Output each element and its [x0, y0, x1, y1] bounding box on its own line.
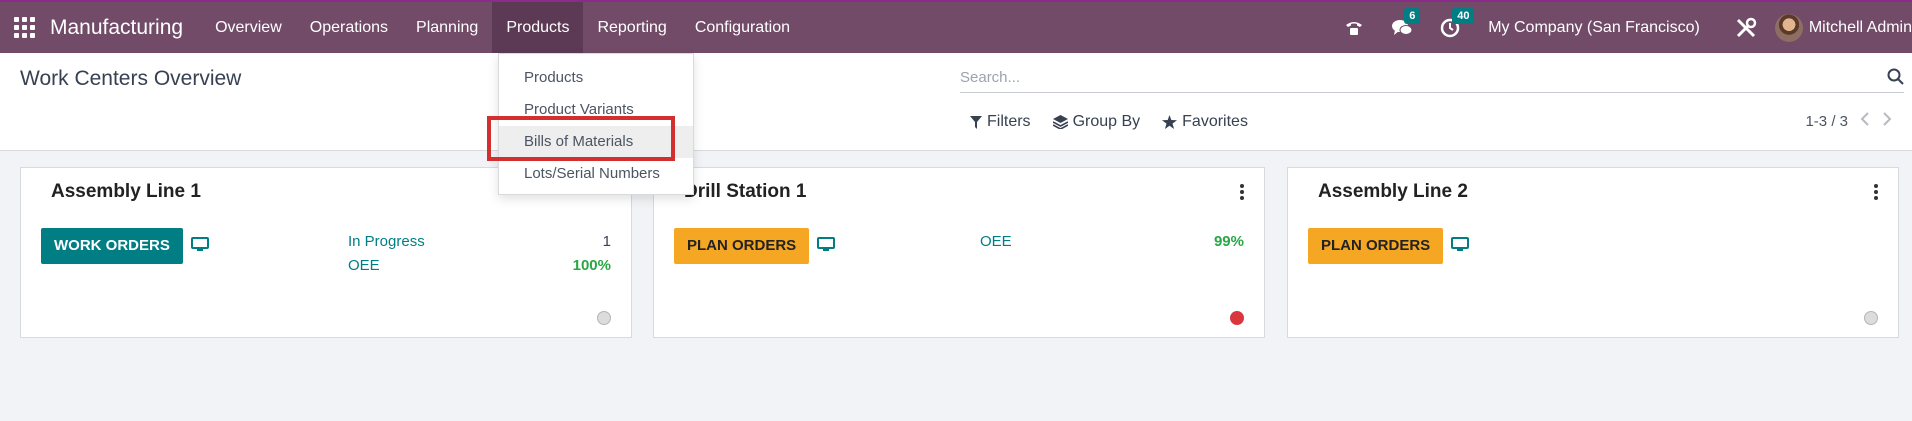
card-options-icon[interactable]: [1240, 184, 1244, 202]
messages-icon[interactable]: 6: [1391, 7, 1421, 39]
status-indicator[interactable]: [1230, 311, 1244, 325]
workcenter-card[interactable]: Drill Station 1 PLAN ORDERS OEE 99%: [653, 167, 1265, 338]
top-navbar: Manufacturing Overview Operations Planni…: [0, 0, 1912, 53]
user-menu[interactable]: Mitchell Admin: [1809, 19, 1912, 37]
card-title[interactable]: Drill Station 1: [684, 181, 806, 203]
messages-badge: 6: [1404, 7, 1421, 24]
menu-configuration[interactable]: Configuration: [681, 2, 804, 53]
stat-value: 99%: [1213, 233, 1244, 250]
apps-menu-icon[interactable]: [14, 16, 36, 39]
user-avatar[interactable]: [1774, 13, 1803, 42]
menu-products[interactable]: Products: [492, 2, 584, 53]
filters-button[interactable]: Filters: [970, 113, 1031, 131]
menu-planning[interactable]: Planning: [402, 2, 492, 53]
star-icon: [1162, 115, 1178, 129]
company-switcher[interactable]: My Company (San Francisco): [1488, 19, 1700, 37]
phone-icon[interactable]: [1343, 17, 1365, 39]
card-options-icon[interactable]: [1874, 184, 1878, 202]
activities-badge: 40: [1452, 7, 1475, 24]
groupby-button[interactable]: Group By: [1052, 113, 1141, 131]
dropdown-item-lots-serial-numbers[interactable]: Lots/Serial Numbers: [499, 158, 693, 190]
activities-icon[interactable]: 40: [1439, 7, 1475, 39]
search-icon[interactable]: [1887, 68, 1904, 90]
layers-icon: [1052, 115, 1068, 129]
control-panel: Work Centers Overview Filters Group By F…: [0, 53, 1912, 151]
highlight-annotation-box: [487, 116, 675, 161]
plan-orders-button[interactable]: PLAN ORDERS: [674, 228, 810, 264]
monitor-icon[interactable]: [1451, 237, 1469, 252]
workcenter-card[interactable]: Assembly Line 2 PLAN ORDERS: [1287, 167, 1899, 338]
menu-overview[interactable]: Overview: [201, 2, 296, 53]
filter-icon: [970, 115, 982, 129]
status-indicator[interactable]: [597, 311, 611, 325]
pager-next-icon[interactable]: [1882, 112, 1892, 130]
plan-orders-button[interactable]: PLAN ORDERS: [1308, 228, 1444, 264]
favorites-button[interactable]: Favorites: [1162, 113, 1248, 131]
page-title: Work Centers Overview: [20, 67, 242, 90]
monitor-icon[interactable]: [817, 237, 835, 252]
stat-label: OEE: [980, 233, 1012, 250]
debug-tools-icon[interactable]: [1735, 17, 1757, 39]
monitor-icon[interactable]: [191, 237, 209, 252]
pager: 1-3 / 3: [1805, 112, 1892, 130]
pager-value[interactable]: 1-3 / 3: [1805, 113, 1848, 130]
stat-value: 100%: [572, 257, 611, 274]
groupby-label: Group By: [1072, 113, 1141, 130]
pager-previous-icon[interactable]: [1860, 112, 1870, 130]
card-title[interactable]: Assembly Line 1: [51, 181, 201, 203]
status-indicator[interactable]: [1864, 311, 1878, 325]
filters-label: Filters: [987, 113, 1031, 130]
dropdown-item-products[interactable]: Products: [499, 62, 693, 94]
app-name[interactable]: Manufacturing: [50, 16, 183, 40]
search-options: Filters Group By Favorites: [970, 113, 1248, 131]
menu-reporting[interactable]: Reporting: [583, 2, 680, 53]
search-input[interactable]: [960, 63, 1860, 91]
stat-label: OEE: [348, 257, 380, 274]
favorites-label: Favorites: [1182, 113, 1248, 130]
search-bar: [960, 63, 1904, 93]
stat-value[interactable]: 1: [531, 233, 611, 250]
work-orders-button[interactable]: WORK ORDERS: [41, 228, 183, 264]
menu-operations[interactable]: Operations: [296, 2, 402, 53]
stat-label[interactable]: In Progress: [348, 233, 425, 250]
card-title[interactable]: Assembly Line 2: [1318, 181, 1468, 203]
